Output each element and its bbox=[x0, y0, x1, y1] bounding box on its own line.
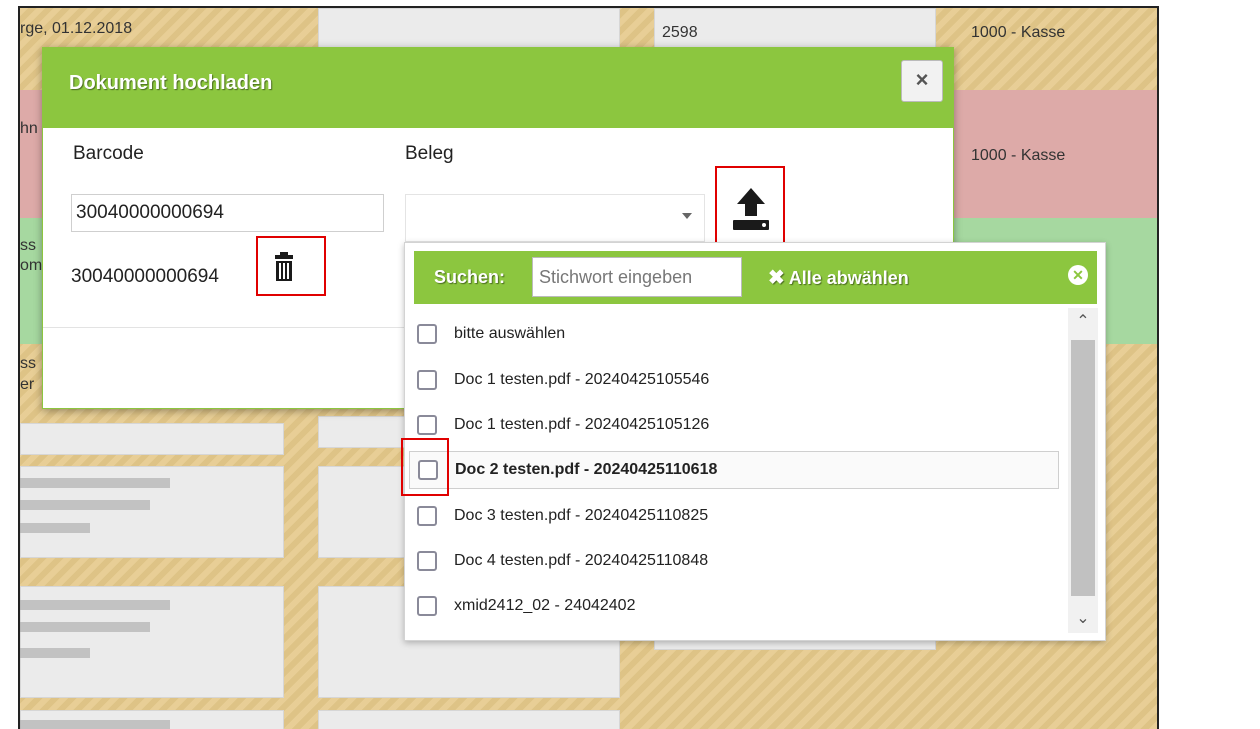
list-item[interactable]: Doc 4 testen.pdf - 20240425110848 bbox=[409, 543, 1059, 581]
bg-cell bbox=[318, 466, 406, 558]
blurred-text bbox=[20, 500, 150, 510]
chevron-down-icon bbox=[682, 213, 692, 219]
bg-account-text: 1000 - Kasse bbox=[971, 24, 1066, 41]
bg-cell bbox=[318, 416, 406, 448]
list-item-highlighted[interactable]: Doc 2 testen.pdf - 20240425110618 bbox=[409, 451, 1059, 489]
option-label: Doc 1 testen.pdf - 20240425105126 bbox=[454, 416, 710, 433]
blurred-text bbox=[20, 648, 90, 658]
blurred-text bbox=[20, 523, 90, 533]
bg-partial-text: ss bbox=[20, 237, 36, 254]
beleg-select[interactable] bbox=[405, 194, 705, 242]
deselect-all-label: Alle abwählen bbox=[788, 268, 909, 288]
checkbox[interactable] bbox=[417, 415, 437, 435]
bg-cell bbox=[318, 710, 620, 729]
checkbox[interactable] bbox=[417, 551, 437, 571]
checkbox[interactable] bbox=[417, 506, 437, 526]
scrollbar-thumb[interactable] bbox=[1071, 340, 1095, 596]
option-label: Doc 3 testen.pdf - 20240425110825 bbox=[454, 507, 709, 524]
dropdown-header: Suchen: ✖Alle abwählen ✕ bbox=[414, 251, 1097, 304]
dialog-close-button[interactable]: × bbox=[901, 60, 943, 102]
highlight-box bbox=[256, 236, 326, 296]
bg-cell bbox=[20, 423, 284, 455]
blurred-text bbox=[20, 720, 170, 729]
chevron-down-icon[interactable]: ⌄ bbox=[1068, 605, 1098, 633]
list-item[interactable]: Doc 3 testen.pdf - 20240425110825 bbox=[409, 498, 1059, 536]
blurred-text bbox=[20, 622, 150, 632]
search-input[interactable] bbox=[532, 257, 742, 297]
blurred-text bbox=[20, 600, 170, 610]
close-icon: ✖ bbox=[768, 267, 785, 289]
bg-partial-text: om bbox=[20, 257, 43, 274]
list-item[interactable]: Doc 1 testen.pdf - 20240425105546 bbox=[409, 362, 1059, 400]
option-label: Doc 2 testen.pdf - 20240425110618 bbox=[455, 461, 718, 478]
search-label: Suchen: bbox=[434, 267, 506, 287]
bg-cell bbox=[318, 8, 620, 50]
options-list: bitte auswählen Doc 1 testen.pdf - 20240… bbox=[405, 308, 1065, 633]
list-item[interactable]: bitte auswählen bbox=[409, 316, 1059, 354]
option-label: Doc 1 testen.pdf - 20240425105546 bbox=[454, 371, 710, 388]
scrollbar[interactable]: ⌃ ⌄ bbox=[1068, 308, 1098, 633]
barcode-input[interactable] bbox=[71, 194, 384, 232]
list-item[interactable]: xmid2412_02 - 24042402 bbox=[409, 588, 1059, 626]
bg-number-text: 2598 bbox=[662, 24, 698, 41]
bg-partial-text: hn bbox=[20, 120, 38, 137]
bg-account-text: 1000 - Kasse bbox=[971, 147, 1066, 164]
option-label: bitte auswählen bbox=[454, 325, 566, 342]
checkbox[interactable] bbox=[417, 596, 437, 616]
option-label: xmid2412_02 - 24042402 bbox=[454, 597, 636, 614]
blurred-text bbox=[20, 478, 170, 488]
beleg-label: Beleg bbox=[405, 143, 454, 164]
barcode-entry: 30040000000694 bbox=[71, 266, 219, 287]
checkbox[interactable] bbox=[417, 370, 437, 390]
highlight-box bbox=[715, 166, 785, 251]
dialog-header: Dokument hochladen × bbox=[43, 48, 953, 128]
bg-date-text: rge, 01.12.2018 bbox=[20, 20, 133, 37]
chevron-up-icon[interactable]: ⌃ bbox=[1068, 308, 1098, 336]
option-label: Doc 4 testen.pdf - 20240425110848 bbox=[454, 552, 709, 569]
list-item[interactable]: Doc 1 testen.pdf - 20240425105126 bbox=[409, 407, 1059, 445]
beleg-dropdown-panel: Suchen: ✖Alle abwählen ✕ bitte auswählen… bbox=[404, 242, 1106, 641]
close-circle-icon[interactable]: ✕ bbox=[1068, 265, 1088, 285]
barcode-label: Barcode bbox=[73, 143, 144, 164]
bg-partial-text: er bbox=[20, 376, 35, 393]
bg-partial-text: ss bbox=[20, 355, 36, 372]
frame-right-border bbox=[1157, 6, 1159, 729]
checkbox[interactable] bbox=[417, 324, 437, 344]
dialog-title: Dokument hochladen bbox=[69, 72, 273, 94]
highlight-box bbox=[401, 438, 449, 496]
deselect-all-button[interactable]: ✖ Alle abwählen bbox=[768, 265, 909, 290]
